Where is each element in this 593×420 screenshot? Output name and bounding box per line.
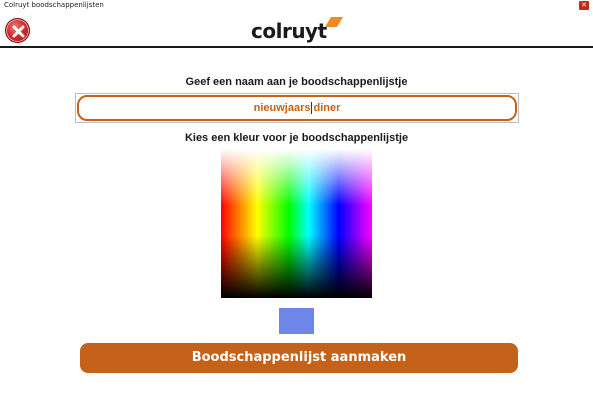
list-name-label: Geef een naam aan je boodschappenlijstje <box>185 76 408 88</box>
title-bar: Colruyt boodschappenlijsten ✕ <box>0 0 593 12</box>
window-title: Colruyt boodschappenlijsten <box>4 1 104 9</box>
list-name-value-end: diner <box>313 102 341 114</box>
selected-color-swatch <box>279 308 314 334</box>
list-color-label: Kies een kleur voor je boodschappenlijst… <box>184 132 409 144</box>
logo-text: colruyt <box>251 19 327 43</box>
app-header: colruyt <box>0 12 593 48</box>
close-circle-icon <box>12 25 25 38</box>
list-name-input[interactable]: nieuwjaars diner <box>77 95 517 121</box>
list-name-input-focus-frame: nieuwjaars diner <box>75 93 519 123</box>
app-window: Colruyt boodschappenlijsten ✕ colruyt Ge… <box>0 0 593 420</box>
list-name-value-start: nieuwjaars <box>253 102 311 114</box>
color-picker[interactable] <box>221 149 372 298</box>
colruyt-logo: colruyt <box>251 17 343 45</box>
logo-mark-icon <box>325 17 343 27</box>
window-close-button[interactable]: ✕ <box>579 1 589 10</box>
back-button[interactable] <box>5 18 30 43</box>
create-list-button[interactable]: Boodschappenlijst aanmaken <box>80 343 518 373</box>
